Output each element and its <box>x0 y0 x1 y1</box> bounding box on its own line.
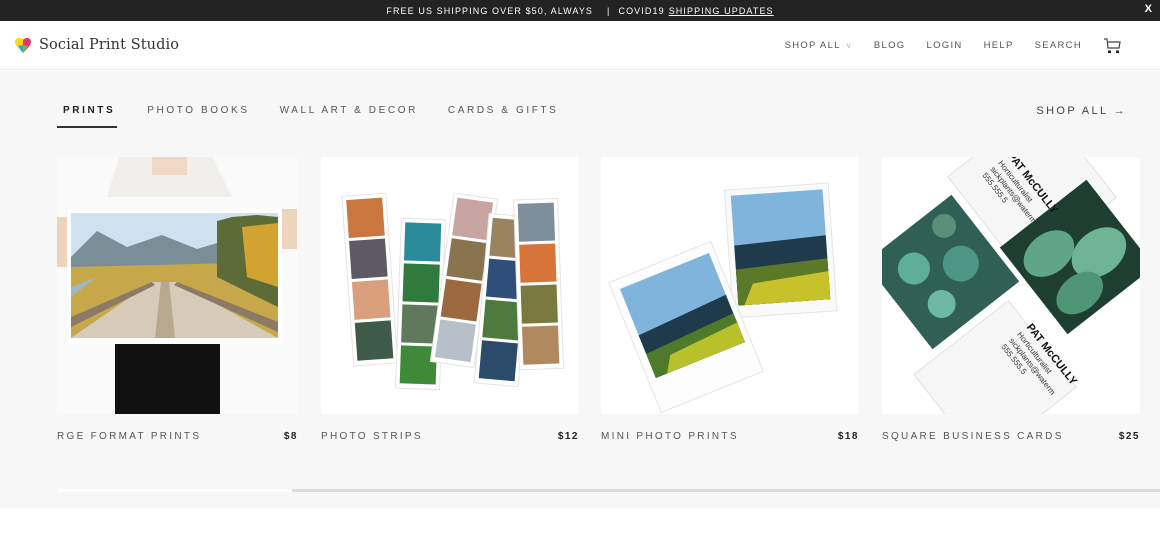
product-image-mini-prints[interactable] <box>601 157 859 414</box>
product-price: $25 <box>1118 431 1140 442</box>
shipping-updates-link[interactable]: SHIPPING UPDATES <box>669 6 774 16</box>
category-tabs: PRINTS PHOTO BOOKS WALL ART & DECOR CARD… <box>57 105 582 128</box>
product-card[interactable]: PAT McCULLY Horticulturalist sickplants@… <box>882 157 1140 442</box>
promo-text: FREE US SHIPPING OVER $50, ALWAYS <box>386 5 594 16</box>
promo-separator: | <box>607 5 611 16</box>
product-price: $8 <box>283 431 298 442</box>
large-format-photo <box>57 157 298 414</box>
shop-all-link[interactable]: SHOP ALL → <box>1036 105 1127 117</box>
product-name: MINI PHOTO PRINTS <box>601 431 739 442</box>
promo-banner: FREE US SHIPPING OVER $50, ALWAYS | COVI… <box>0 0 1160 21</box>
main-nav: SHOP ALL ∨ BLOG LOGIN HELP SEARCH <box>785 21 1160 70</box>
product-info: PHOTO STRIPS $12 <box>321 431 579 442</box>
tab-photo-books[interactable]: PHOTO BOOKS <box>141 105 249 128</box>
product-card[interactable]: MINI PHOTO PRINTS $18 <box>601 157 859 442</box>
carousel-scrollbar[interactable] <box>58 489 1160 492</box>
close-icon[interactable]: X <box>1145 3 1153 15</box>
chevron-down-icon: ∨ <box>845 41 853 50</box>
promo-prefix: COVID19 <box>618 5 665 16</box>
product-image-business-cards[interactable]: PAT McCULLY Horticulturalist sickplants@… <box>882 157 1140 414</box>
nav-login[interactable]: LOGIN <box>927 40 963 51</box>
logo-icon[interactable] <box>14 37 32 54</box>
brand-name[interactable]: Social Print Studio <box>39 37 179 53</box>
product-name: PHOTO STRIPS <box>321 431 423 442</box>
site-header: Social Print Studio SHOP ALL ∨ BLOG LOGI… <box>0 21 1160 70</box>
tab-prints[interactable]: PRINTS <box>57 105 118 128</box>
product-price: $12 <box>557 431 579 442</box>
product-card[interactable]: RGE FORMAT PRINTS $8 <box>57 157 298 442</box>
product-name: RGE FORMAT PRINTS <box>57 431 202 442</box>
nav-shop-all[interactable]: SHOP ALL ∨ <box>785 40 853 51</box>
product-carousel: RGE FORMAT PRINTS $8 PHOTO STRIPS $12 MI… <box>57 157 1160 457</box>
nav-blog[interactable]: BLOG <box>874 40 906 51</box>
product-info: MINI PHOTO PRINTS $18 <box>601 431 859 442</box>
nav-search[interactable]: SEARCH <box>1035 40 1082 51</box>
tab-cards-gifts[interactable]: CARDS & GIFTS <box>442 105 558 128</box>
product-info: SQUARE BUSINESS CARDS $25 <box>882 431 1140 442</box>
photo-strips-photo <box>321 157 579 414</box>
product-info: RGE FORMAT PRINTS $8 <box>57 431 298 442</box>
product-name: SQUARE BUSINESS CARDS <box>882 431 1064 442</box>
product-card[interactable]: PHOTO STRIPS $12 <box>321 157 579 442</box>
cart-icon[interactable] <box>1103 37 1122 54</box>
nav-shop-all-label: SHOP ALL <box>784 40 841 51</box>
carousel-scroll-thumb[interactable] <box>58 489 292 492</box>
nav-help[interactable]: HELP <box>984 40 1014 51</box>
mini-prints-photo <box>601 157 859 414</box>
tab-wall-art-decor[interactable]: WALL ART & DECOR <box>274 105 418 128</box>
product-section: PRINTS PHOTO BOOKS WALL ART & DECOR CARD… <box>0 71 1160 508</box>
business-cards-photo: PAT McCULLY Horticulturalist sickplants@… <box>882 157 1140 414</box>
product-image-large-format[interactable] <box>57 157 298 414</box>
product-price: $18 <box>837 431 859 442</box>
product-image-photo-strips[interactable] <box>321 157 579 414</box>
